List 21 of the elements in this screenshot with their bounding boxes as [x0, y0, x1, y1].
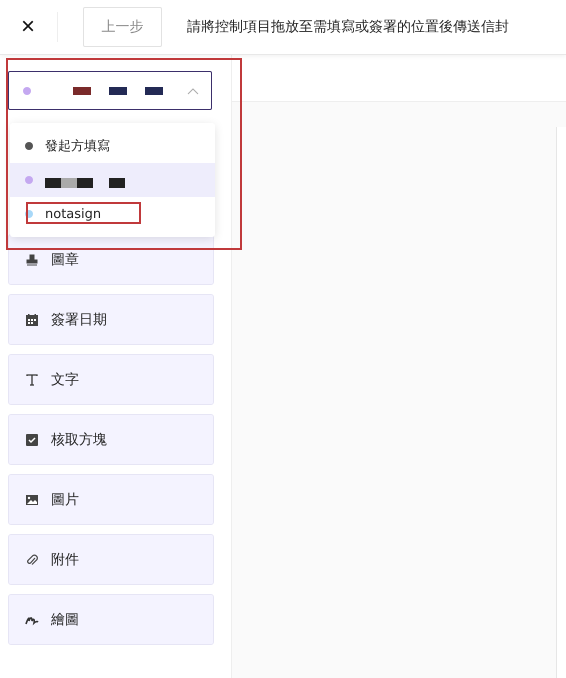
signer-option[interactable]	[10, 163, 215, 197]
field-button[interactable]: 簽署日期	[8, 294, 214, 345]
image-icon	[25, 492, 39, 506]
signer-select[interactable]	[8, 71, 212, 110]
field-button[interactable]: 附件	[8, 534, 214, 585]
field-button[interactable]: 文字	[8, 354, 214, 405]
signer-option[interactable]: 發起方填寫	[10, 129, 215, 163]
field-button[interactable]: 繪圖	[8, 594, 214, 645]
field-button[interactable]: 圖片	[8, 474, 214, 525]
stamp-icon	[25, 252, 39, 266]
paperclip-icon	[25, 552, 39, 566]
signer-option[interactable]: notasign	[10, 197, 215, 231]
calendar-icon	[25, 312, 39, 326]
checkbox-icon	[25, 432, 39, 446]
close-button[interactable]: ×	[0, 15, 50, 39]
back-button[interactable]: 上一步	[83, 7, 162, 47]
caret-icon	[187, 86, 199, 94]
field-button[interactable]: 核取方塊	[8, 414, 214, 465]
instruction-text: 請將控制項目拖放至需填寫或簽署的位置後傳送信封	[187, 18, 509, 36]
field-button[interactable]: 圖章	[8, 234, 214, 285]
text-icon	[25, 372, 39, 386]
